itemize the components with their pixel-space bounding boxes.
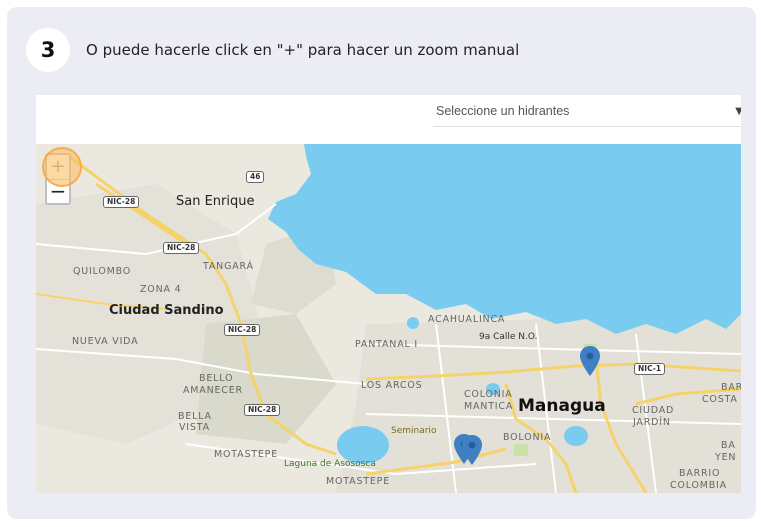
label-barrio-1: BAR [721,382,741,393]
label-los-arcos: LOS ARCOS [361,380,423,391]
hydrant-select-label: Seleccione un hidrantes [436,104,570,118]
label-managua: Managua [518,396,606,416]
hydrant-select[interactable]: Seleccione un hidrantes ▼ [433,97,741,127]
label-pantanal: PANTANAL I [355,339,419,350]
step-instruction: O puede hacerle click en "+" para hacer … [86,41,520,59]
label-san-enrique: San Enrique [176,194,255,209]
label-ciudad-sandino: Ciudad Sandino [109,303,224,318]
label-acahualinca: ACAHUALINCA [428,314,506,325]
label-laguna: Laguna de Asososca [284,459,376,469]
chevron-down-icon: ▼ [735,106,741,117]
label-bar-yen-2: YEN [715,452,737,463]
label-bolonia: BOLONIA [503,432,552,443]
label-bello-2: AMANECER [183,385,243,396]
label-bar-yen-1: BA [721,440,736,451]
step-card: 3 O puede hacerle click en "+" para hace… [7,7,756,519]
label-bello-1: BELLO [199,373,234,384]
label-ciudad-jardin-1: CIUDAD [632,405,675,416]
label-motastepe-2: MOTASTEPE [326,476,391,487]
label-barrio-2: COSTA [702,394,738,405]
label-colonia-1: COLONIA [464,389,513,400]
label-bella-1: BELLA [178,411,212,422]
label-ciudad-jardin-2: JARDÍN [633,417,671,428]
label-tangara: TANGARÁ [203,261,254,272]
step-number-badge: 3 [26,28,70,72]
screenshot-frame: Seleccione un hidrantes ▼ San Enrique QU… [36,95,741,493]
road-shield-nic28: NIC-28 [244,404,281,416]
map-canvas [36,144,741,493]
label-barrio-colombia-2: COLOMBIA [670,480,727,491]
road-shield-nic28: NIC-28 [103,196,140,208]
label-motastepe-1: MOTASTEPE [214,449,279,460]
road-shield-46: 46 [246,171,265,183]
hydrant-marker[interactable] [462,435,482,465]
label-quilombo: QUILOMBO [73,266,132,277]
hydrant-marker[interactable] [580,346,600,376]
click-highlight-marker [42,147,82,187]
map-view[interactable]: San Enrique QUILOMBO ZONA 4 TANGARÁ Ciud… [36,144,741,493]
road-shield-nic28: NIC-28 [224,324,261,336]
label-seminario: Seminario [391,426,437,436]
road-shield-nic1: NIC-1 [634,363,666,375]
label-zona4: ZONA 4 [140,284,182,295]
label-nueva-vida: NUEVA VIDA [72,336,139,347]
label-bella-2: VISTA [179,422,210,433]
label-colonia-2: MANTICA [464,401,514,412]
label-barrio-colombia-1: BARRIO [679,468,721,479]
label-calle: 9a Calle N.O. [479,332,538,342]
road-shield-nic28: NIC-28 [163,242,200,254]
